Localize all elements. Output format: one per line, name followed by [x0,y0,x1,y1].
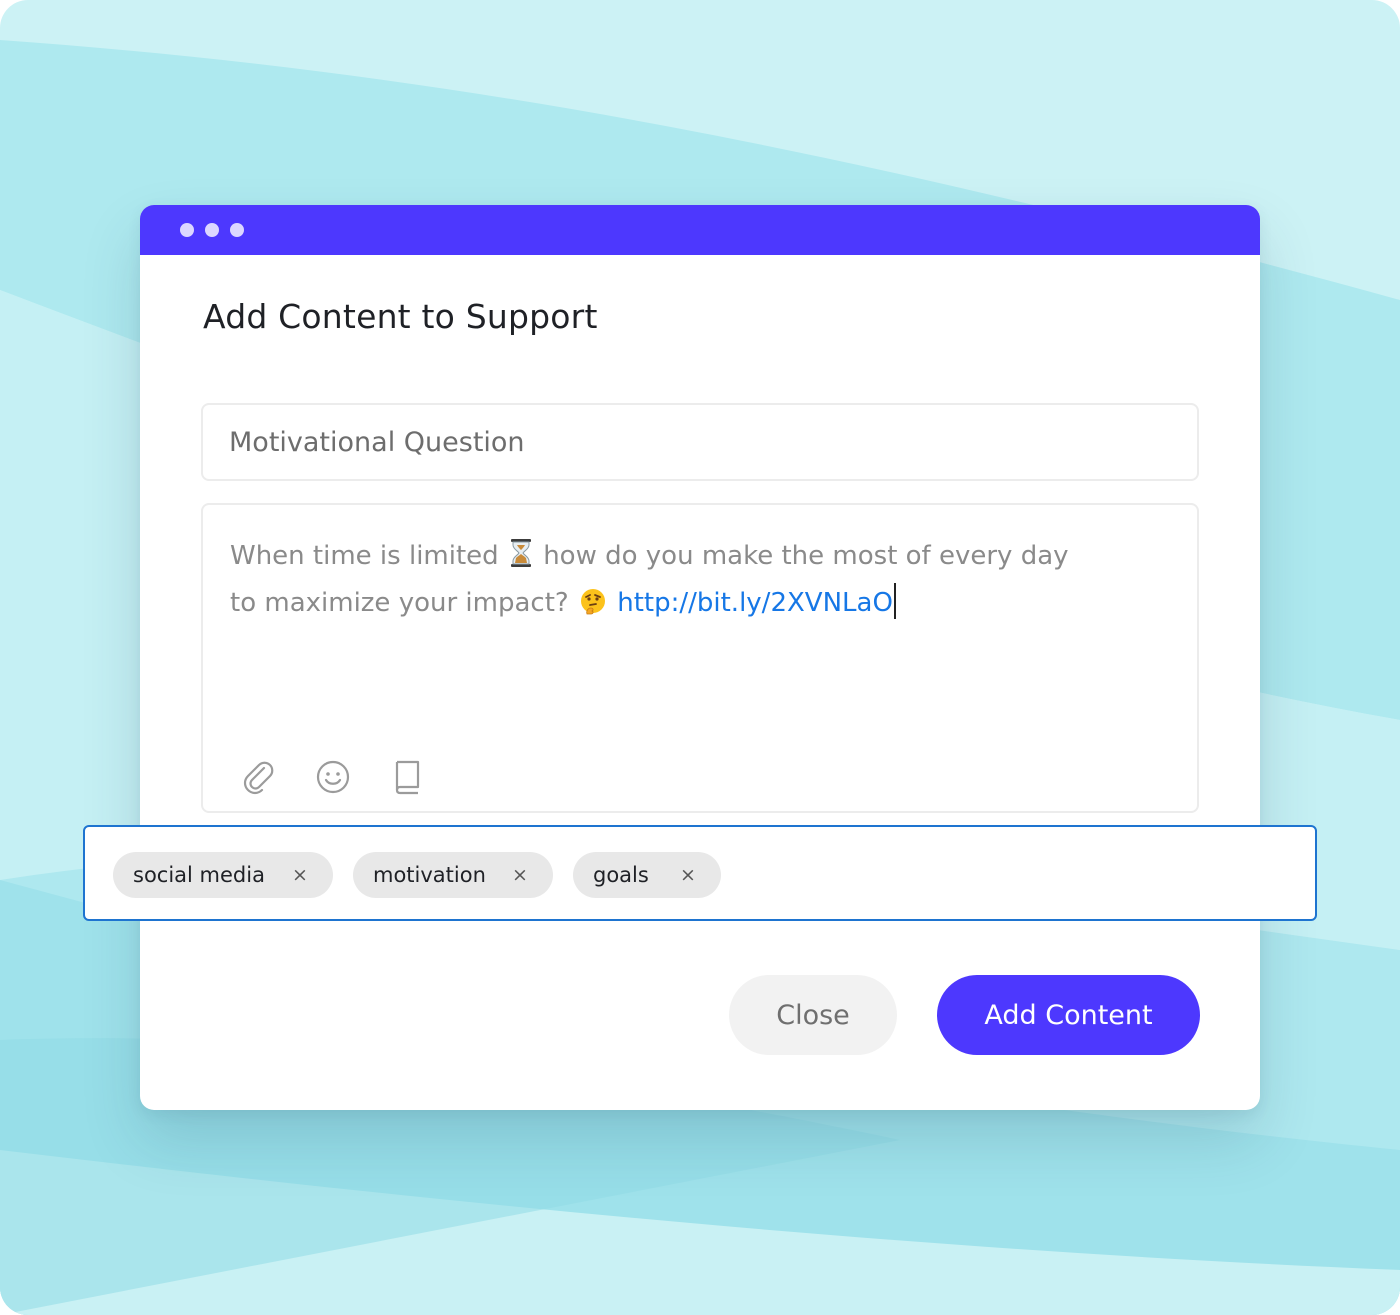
background-canvas: Add Content to Support When time is limi… [0,0,1400,1315]
dialog-window: Add Content to Support When time is limi… [83,205,1317,1110]
message-editor[interactable]: When time is limited how do you make the… [201,503,1199,813]
message-link[interactable]: http://bit.ly/2XVNLaO [617,588,893,618]
remove-tag-icon[interactable]: × [512,852,528,898]
window-titlebar [140,205,1260,255]
smiley-icon[interactable] [314,758,352,796]
message-line2-before: to maximize your impact? [230,588,569,618]
window-dot-icon [230,223,244,237]
dialog-title: Add Content to Support [203,297,598,336]
message-line1-after: how do you make the most of every day [543,541,1069,571]
thinking-face-icon [579,586,607,629]
remove-tag-icon[interactable]: × [680,852,696,898]
text-cursor [893,583,896,619]
book-icon[interactable] [388,758,426,796]
paperclip-icon[interactable] [239,758,277,796]
tag-chip: social media × [113,852,333,898]
message-line1-before: When time is limited [230,541,499,571]
tags-input[interactable]: social media × motivation × goals × [83,825,1317,921]
tag-chip: goals × [573,852,721,898]
hourglass-icon [509,538,533,582]
window-dot-icon [180,223,194,237]
tag-label: social media [133,863,265,887]
remove-tag-icon[interactable]: × [292,852,308,898]
add-content-button[interactable]: Add Content [937,975,1200,1055]
tag-chip: motivation × [353,852,553,898]
tag-label: motivation [373,863,486,887]
window-dot-icon [205,223,219,237]
content-title-input[interactable] [201,403,1199,481]
tag-label: goals [593,863,649,887]
close-button[interactable]: Close [729,975,897,1055]
message-text[interactable]: When time is limited how do you make the… [230,535,1130,629]
